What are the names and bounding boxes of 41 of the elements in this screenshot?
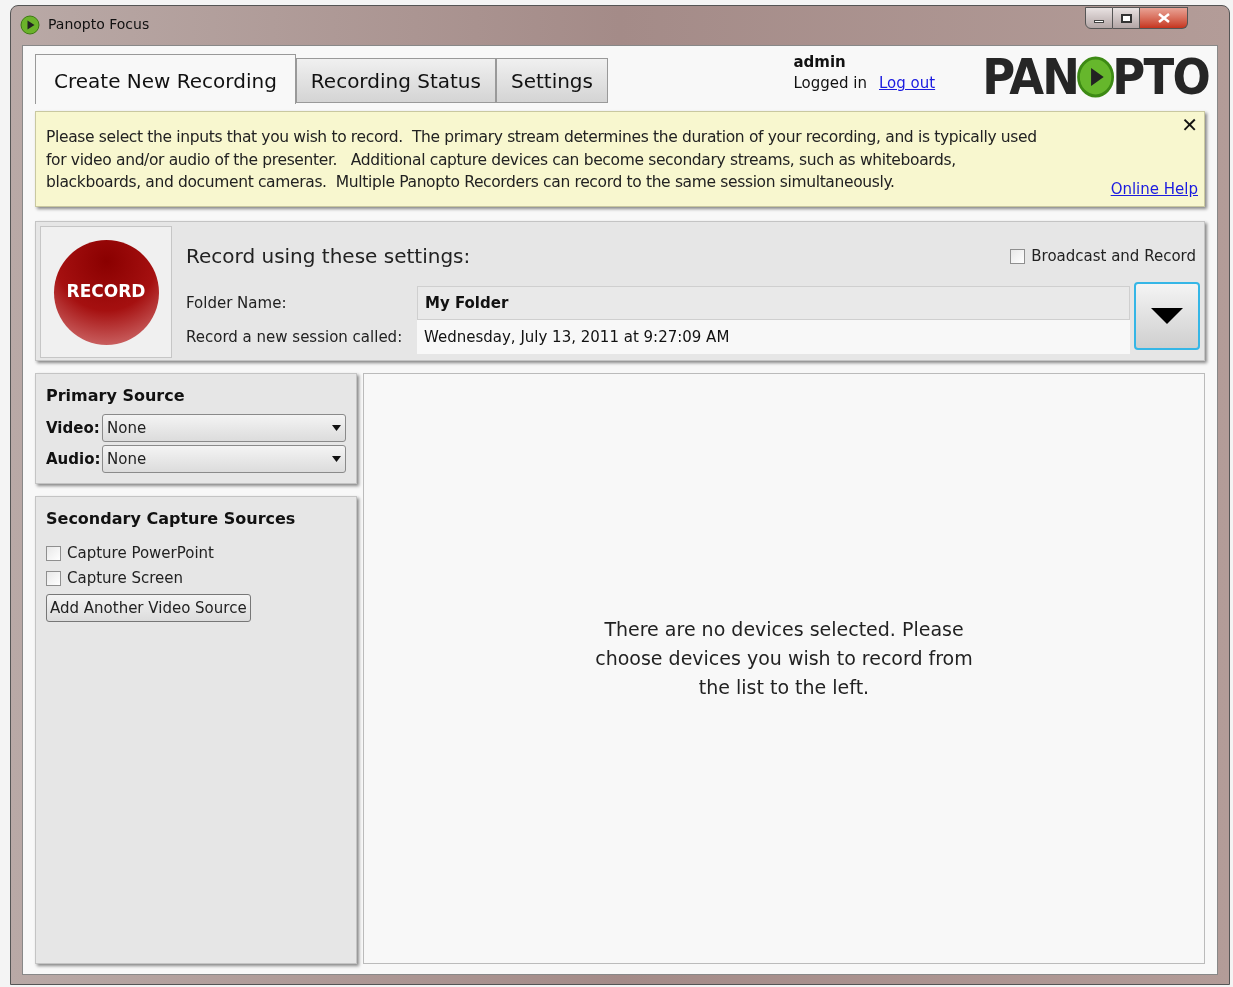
logout-link[interactable]: Log out — [879, 73, 936, 94]
caret-icon — [332, 425, 341, 431]
online-help-link[interactable]: Online Help — [1110, 177, 1198, 200]
tab[interactable]: Create New Recording — [35, 54, 296, 104]
play-icon — [20, 14, 40, 35]
minimize-button[interactable] — [1085, 7, 1113, 29]
source-label: Video: — [46, 417, 96, 439]
secondary-sources-title: Secondary Capture Sources — [46, 508, 297, 530]
source-dropdown[interactable]: None — [102, 414, 346, 442]
folder-field[interactable]: My Folder — [417, 286, 1130, 320]
close-banner-button[interactable]: ✕ — [1181, 114, 1198, 137]
username: admin — [793, 52, 847, 73]
caret-icon — [1151, 308, 1183, 324]
primary-source-title: Primary Source — [46, 385, 186, 407]
info-text-line: Please select the inputs that you wish to record. The primary stream determines the duration of your recording, and is typically used — [46, 127, 1037, 148]
caret-icon — [332, 456, 341, 462]
add-video-source-button[interactable]: Add Another Video Source — [46, 594, 251, 622]
folder-dropdown-button[interactable] — [1134, 282, 1200, 350]
no-devices-message: There are no devices selected. Please choose devices you wish to record from the list to the left. — [595, 617, 973, 700]
capture-option-label: Capture Screen — [67, 568, 183, 590]
login-status: Logged in — [793, 73, 867, 94]
folder-label: Folder Name: — [186, 293, 288, 314]
record-button[interactable]: RECORD — [40, 226, 172, 358]
maximize-button[interactable] — [1113, 7, 1140, 29]
close-icon — [1157, 13, 1170, 23]
record-heading: Record using these settings: — [186, 243, 471, 270]
tab[interactable]: Recording Status — [295, 58, 496, 103]
window-title: Panopto Focus — [48, 15, 150, 34]
close-button[interactable] — [1140, 7, 1188, 29]
session-label: Record a new session called: — [186, 327, 404, 348]
panopto-logo: PAN PTO — [982, 52, 1209, 102]
checkbox[interactable] — [1010, 248, 1026, 264]
tab[interactable]: Settings — [495, 58, 608, 103]
capture-option-label: Capture PowerPoint — [67, 543, 214, 565]
broadcast-label: Broadcast and Record — [1031, 245, 1196, 267]
info-text-line: for video and/or audio of the presenter. Additional capture devices can become secondary streams, such as whiteboards, — [46, 149, 956, 171]
session-name-field[interactable]: Wednesday, July 13, 2011 at 9:27:09 AM — [417, 320, 1130, 354]
checkbox[interactable] — [46, 571, 61, 586]
info-text-line: blackboards, and document cameras. Multiple Panopto Recorders can record to the same session simultaneously. — [46, 172, 895, 193]
checkbox[interactable] — [46, 546, 61, 561]
source-dropdown[interactable]: None — [102, 445, 346, 473]
